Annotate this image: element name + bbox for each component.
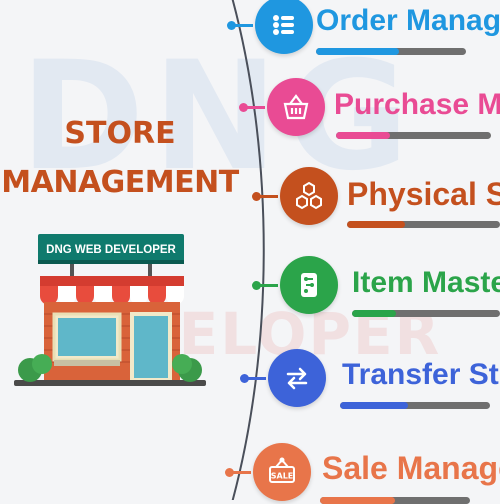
progress-bar	[320, 497, 470, 504]
hexagons-icon[interactable]	[280, 167, 338, 225]
progress-bar	[352, 310, 500, 317]
svg-text:SALE: SALE	[271, 472, 294, 481]
timeline-connector	[245, 106, 265, 109]
progress-bar-fill	[347, 221, 406, 228]
basket-icon[interactable]	[267, 78, 325, 136]
item-master-icon[interactable]	[280, 256, 338, 314]
progress-bar-fill	[336, 132, 391, 139]
progress-bar-fill	[352, 310, 397, 317]
sale-tag-icon[interactable]: SALE	[253, 443, 311, 501]
timeline-connector	[258, 195, 278, 198]
progress-bar-fill	[320, 497, 395, 504]
timeline-connector	[231, 471, 251, 474]
progress-bar-fill	[340, 402, 408, 409]
menu-item-label[interactable]: Transfer St	[342, 358, 499, 392]
menu-item-label[interactable]: Item Maste	[352, 266, 500, 300]
timeline-arc	[231, 0, 265, 500]
timeline-connector	[246, 377, 266, 380]
progress-bar	[316, 48, 466, 55]
timeline-connector	[233, 24, 253, 27]
menu-item-label[interactable]: Order Manage	[316, 4, 500, 38]
timeline-connector	[258, 284, 278, 287]
menu-item-label[interactable]: Physical St	[347, 176, 500, 213]
menu-item-label[interactable]: Purchase M	[334, 88, 500, 122]
progress-bar	[340, 402, 490, 409]
progress-bar	[347, 221, 500, 228]
transfer-arrows-icon[interactable]	[268, 349, 326, 407]
menu-item-label[interactable]: Sale Manage	[322, 450, 500, 487]
progress-bar	[336, 132, 491, 139]
progress-bar-fill	[316, 48, 399, 55]
